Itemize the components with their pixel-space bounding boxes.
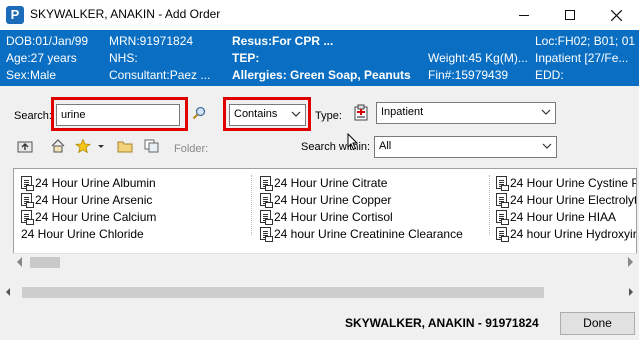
banner-age: Age:27 years	[6, 51, 77, 65]
home-icon[interactable]	[50, 139, 66, 153]
list-item[interactable]: 24 Hour Urine Copper	[260, 191, 463, 208]
scrollbar-thumb[interactable]	[30, 257, 60, 268]
results-column-2: 24 Hour Urine Citrate 24 Hour Urine Copp…	[260, 174, 463, 242]
copy-icon[interactable]	[144, 139, 160, 153]
mode-highlight-box	[223, 97, 311, 131]
window-horizontal-scrollbar[interactable]	[0, 284, 639, 301]
order-document-icon	[260, 227, 273, 242]
maximize-icon	[565, 10, 575, 20]
list-item[interactable]: 24 Hour Urine Cystine P	[496, 174, 636, 191]
order-document-icon	[21, 210, 34, 225]
banner-location: Loc:FH02; B01; 01	[535, 34, 636, 48]
scroll-right-icon[interactable]	[628, 257, 633, 267]
close-button[interactable]	[593, 0, 639, 30]
banner-sex: Sex:Male	[6, 68, 57, 82]
search-within-dropdown[interactable]: All	[374, 136, 557, 158]
minimize-button[interactable]	[501, 0, 547, 30]
scroll-left-icon[interactable]	[6, 288, 10, 296]
type-dropdown[interactable]: Inpatient	[376, 102, 556, 124]
banner-consultant: Consultant:Paez ...	[109, 68, 211, 82]
order-document-icon	[260, 176, 273, 191]
up-folder-icon[interactable]	[17, 139, 33, 153]
order-document-icon	[496, 227, 509, 242]
results-horizontal-scrollbar[interactable]	[13, 253, 637, 270]
chevron-down-icon	[542, 143, 552, 149]
scroll-right-icon[interactable]	[629, 288, 633, 296]
folder-icon[interactable]	[117, 139, 133, 153]
folder-label: Folder:	[174, 143, 209, 155]
app-icon: P	[6, 6, 24, 24]
mouse-cursor-icon	[347, 133, 359, 151]
favorites-dropdown-icon[interactable]	[96, 139, 106, 153]
footer-patient-name: SKYWALKER, ANAKIN - 91971824	[345, 316, 539, 330]
banner-allergies[interactable]: Allergies: Green Soap, Peanuts	[232, 68, 411, 82]
maximize-button[interactable]	[547, 0, 593, 30]
order-document-icon	[496, 193, 509, 208]
list-item[interactable]: 24 hour Urine Hydroxyir	[496, 225, 636, 242]
type-value: Inpatient	[381, 106, 424, 118]
list-item[interactable]: 24 Hour Urine Electrolyt	[496, 191, 636, 208]
title-bar: P SKYWALKER, ANAKIN - Add Order	[0, 0, 639, 30]
list-item[interactable]: 24 Hour Urine Arsenic	[21, 191, 156, 208]
encounter-type-icon	[354, 104, 368, 121]
search-label: Search:	[14, 110, 52, 122]
list-item[interactable]: 24 Hour Urine HIAA	[496, 208, 636, 225]
order-document-icon	[21, 193, 34, 208]
search-highlight-box	[51, 97, 188, 131]
column-divider	[489, 175, 491, 235]
list-item[interactable]: 24 Hour Urine Albumin	[21, 174, 156, 191]
banner-mrn: MRN:91971824	[109, 34, 194, 48]
order-document-icon	[260, 210, 273, 225]
minimize-icon	[519, 14, 529, 16]
results-column-3: 24 Hour Urine Cystine P 24 Hour Urine El…	[496, 174, 636, 242]
order-document-icon	[21, 176, 34, 191]
search-icon[interactable]	[192, 106, 206, 120]
order-document-icon	[260, 193, 273, 208]
banner-encounter[interactable]: Inpatient [27/Fe...	[535, 51, 628, 65]
order-document-icon	[496, 210, 509, 225]
done-button[interactable]: Done	[560, 312, 635, 335]
banner-resus[interactable]: Resus:For CPR ...	[232, 34, 333, 48]
banner-tep: TEP:	[232, 51, 260, 65]
banner-edd: EDD:	[535, 68, 564, 82]
list-item[interactable]: 24 Hour Urine Citrate	[260, 174, 463, 191]
column-divider	[251, 175, 253, 235]
search-within-label: Search within:	[301, 141, 371, 153]
scroll-left-icon[interactable]	[17, 257, 22, 267]
order-document-icon	[496, 176, 509, 191]
add-order-window: P SKYWALKER, ANAKIN - Add Order DOB:01/J…	[0, 0, 639, 340]
favorites-star-icon[interactable]	[75, 139, 91, 153]
results-column-1: 24 Hour Urine Albumin 24 Hour Urine Arse…	[21, 174, 156, 242]
search-within-value: All	[379, 140, 392, 152]
banner-weight[interactable]: Weight:45 Kg(M)...	[428, 51, 528, 65]
list-item[interactable]: 24 Hour Urine Calcium	[21, 208, 156, 225]
window-title: SKYWALKER, ANAKIN - Add Order	[30, 7, 221, 21]
chevron-down-icon	[541, 109, 551, 115]
patient-banner: DOB:01/Jan/99 MRN:91971824 Resus:For CPR…	[0, 30, 639, 86]
list-item[interactable]: 24 Hour Urine Chloride	[21, 225, 156, 242]
list-item[interactable]: 24 hour Urine Creatinine Clearance	[260, 225, 463, 242]
banner-fin: Fin#:15979439	[428, 68, 509, 82]
banner-dob: DOB:01/Jan/99	[6, 34, 89, 48]
banner-nhs: NHS:	[109, 51, 138, 65]
close-icon	[610, 9, 622, 21]
type-label: Type:	[315, 110, 342, 122]
scrollbar-thumb[interactable]	[22, 287, 544, 298]
list-item[interactable]: 24 Hour Urine Cortisol	[260, 208, 463, 225]
